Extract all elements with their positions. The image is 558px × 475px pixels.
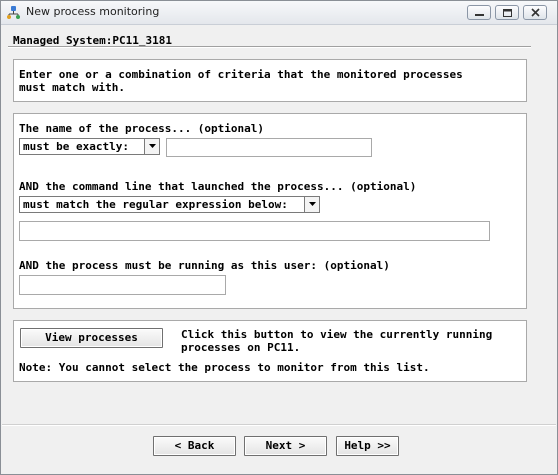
close-icon [531, 8, 540, 17]
view-processes-description: Click this button to view the currently … [181, 328, 493, 354]
maximize-button[interactable] [495, 5, 519, 20]
process-name-match-select[interactable]: must be exactly: [19, 138, 160, 155]
view-processes-note: Note: You cannot select the process to m… [19, 361, 430, 374]
criteria-panel: The name of the process... (optional) mu… [13, 113, 527, 309]
user-input[interactable] [19, 275, 226, 295]
chevron-down-icon [144, 139, 159, 154]
view-processes-button[interactable]: View processes [20, 328, 163, 348]
maximize-icon [503, 9, 512, 17]
help-button[interactable]: Help >> [336, 436, 399, 456]
process-name-match-value: must be exactly: [23, 140, 129, 153]
next-button[interactable]: Next > [244, 436, 327, 456]
chevron-down-icon [304, 197, 319, 212]
title-bar[interactable]: New process monitoring [1, 1, 557, 25]
back-button[interactable]: < Back [153, 436, 236, 456]
command-line-label: AND the command line that launched the p… [19, 180, 417, 193]
instructions-panel: Enter one or a combination of criteria t… [13, 59, 527, 102]
view-processes-panel: View processes Click this button to view… [13, 320, 527, 382]
minimize-icon [475, 14, 484, 16]
command-line-match-select[interactable]: must match the regular expression below: [19, 196, 320, 213]
window-title: New process monitoring [26, 5, 160, 18]
dialog-body: Managed System:PC11_3181 Enter one or a … [2, 26, 556, 474]
close-button[interactable] [523, 5, 547, 20]
command-line-input[interactable] [19, 221, 490, 241]
footer-divider [2, 424, 556, 426]
process-monitor-icon [6, 5, 21, 20]
user-label: AND the process must be running as this … [19, 259, 390, 272]
process-monitoring-window: New process monitoring Managed System:PC… [0, 0, 558, 475]
instructions-text: Enter one or a combination of criteria t… [19, 68, 463, 94]
process-name-input[interactable] [166, 138, 372, 157]
header-divider [8, 46, 531, 48]
process-name-label: The name of the process... (optional) [19, 122, 265, 135]
minimize-button[interactable] [467, 5, 491, 20]
command-line-match-value: must match the regular expression below: [23, 198, 288, 211]
